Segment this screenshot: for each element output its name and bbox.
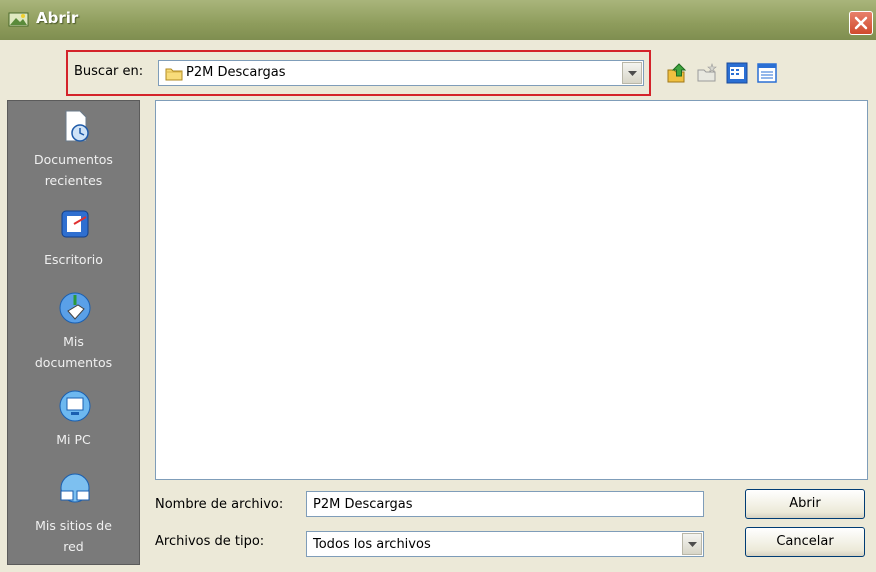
filetype-dropdown[interactable]: Todos los archivos bbox=[306, 531, 704, 557]
place-label: Mi PC bbox=[56, 432, 91, 447]
chevron-down-icon bbox=[688, 542, 697, 547]
chevron-down-icon bbox=[628, 71, 637, 76]
recent-documents-icon bbox=[65, 110, 89, 142]
title-bar[interactable]: Abrir bbox=[0, 0, 876, 40]
my-computer-icon bbox=[59, 390, 91, 422]
app-icon bbox=[8, 12, 29, 27]
lookin-dropdown[interactable]: P2M Descargas bbox=[158, 60, 644, 86]
place-label: recientes bbox=[44, 173, 103, 188]
file-list[interactable] bbox=[155, 100, 868, 480]
up-folder-icon bbox=[667, 63, 687, 83]
filetype-dropdown-button[interactable] bbox=[682, 533, 702, 555]
lookin-label: Buscar en: bbox=[74, 64, 144, 79]
desktop-icon bbox=[61, 210, 89, 238]
cancel-button[interactable]: Cancelar bbox=[745, 527, 865, 557]
filename-label: Nombre de archivo: bbox=[155, 497, 284, 512]
filetype-label: Archivos de tipo: bbox=[155, 534, 265, 549]
folder-icon bbox=[165, 68, 183, 81]
lookin-value: P2M Descargas bbox=[186, 65, 286, 80]
place-label: Mis bbox=[63, 334, 84, 349]
list-view-icon bbox=[726, 62, 748, 84]
details-view-button[interactable] bbox=[756, 62, 778, 84]
close-button[interactable] bbox=[849, 11, 873, 35]
place-label: documentos bbox=[34, 355, 113, 370]
network-places-icon bbox=[60, 473, 90, 503]
close-icon bbox=[854, 16, 868, 30]
new-folder-icon bbox=[697, 63, 717, 82]
up-folder-button[interactable] bbox=[666, 62, 688, 84]
filename-value: P2M Descargas bbox=[313, 497, 413, 512]
window-title: Abrir bbox=[36, 9, 79, 27]
list-view-button[interactable] bbox=[726, 62, 748, 84]
lookin-dropdown-button[interactable] bbox=[622, 62, 642, 84]
place-label: Mis sitios de bbox=[35, 518, 112, 533]
place-label: red bbox=[63, 539, 84, 554]
details-view-icon bbox=[757, 63, 777, 83]
open-button[interactable]: Abrir bbox=[745, 489, 865, 519]
filetype-value: Todos los archivos bbox=[313, 537, 431, 552]
my-documents-icon bbox=[59, 292, 91, 324]
places-bar: Documentos recientes Escritorio Mis docu… bbox=[7, 100, 140, 565]
place-label: Escritorio bbox=[44, 252, 103, 267]
open-dialog: Abrir Buscar en: P2M Descargas Documento… bbox=[0, 0, 876, 572]
place-label: Documentos bbox=[34, 152, 113, 167]
filename-input[interactable]: P2M Descargas bbox=[306, 491, 704, 517]
new-folder-button[interactable] bbox=[696, 62, 718, 84]
